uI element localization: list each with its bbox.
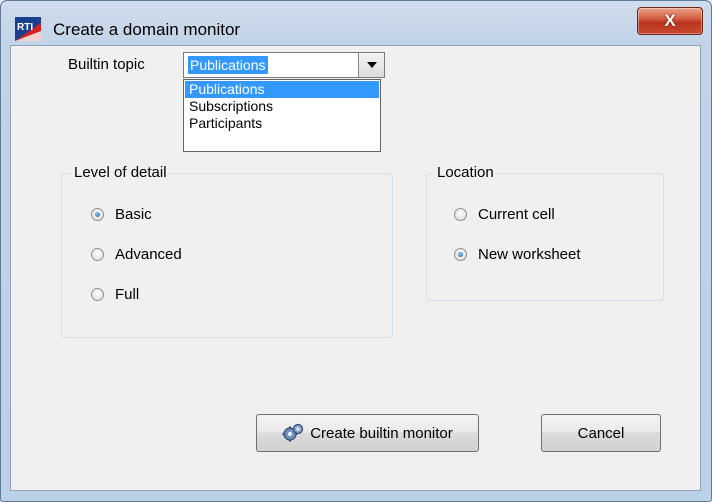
radio-full[interactable]: Full bbox=[91, 286, 139, 303]
close-icon: X bbox=[664, 11, 676, 30]
radio-new-worksheet[interactable]: New worksheet bbox=[454, 246, 581, 263]
builtin-topic-combobox[interactable]: Publications bbox=[183, 52, 385, 78]
app-logo-icon: RTI bbox=[15, 17, 41, 41]
gears-icon bbox=[282, 423, 304, 442]
radio-indicator[interactable] bbox=[91, 288, 104, 301]
dialog-window: RTI Create a domain monitor X Builtin to… bbox=[0, 0, 712, 502]
radio-advanced-label: Advanced bbox=[115, 246, 182, 263]
radio-basic-label: Basic bbox=[115, 206, 152, 223]
builtin-topic-dropdown-list: Publications Subscriptions Participants bbox=[183, 79, 381, 152]
radio-current-cell-label: Current cell bbox=[478, 206, 555, 223]
builtin-topic-label: Builtin topic bbox=[68, 56, 145, 73]
create-builtin-monitor-button[interactable]: Create builtin monitor bbox=[256, 414, 479, 452]
combo-dropdown-button[interactable] bbox=[358, 53, 384, 77]
radio-indicator-checked[interactable] bbox=[454, 248, 467, 261]
radio-current-cell[interactable]: Current cell bbox=[454, 206, 555, 223]
dropdown-option-subscriptions[interactable]: Subscriptions bbox=[185, 98, 379, 115]
svg-text:RTI: RTI bbox=[17, 22, 33, 33]
radio-indicator[interactable] bbox=[454, 208, 467, 221]
location-title: Location bbox=[434, 164, 497, 181]
dropdown-option-publications[interactable]: Publications bbox=[185, 81, 379, 98]
cancel-button[interactable]: Cancel bbox=[541, 414, 661, 452]
builtin-topic-value: Publications bbox=[188, 56, 268, 74]
radio-indicator-checked[interactable] bbox=[91, 208, 104, 221]
radio-full-label: Full bbox=[115, 286, 140, 303]
radio-new-worksheet-label: New worksheet bbox=[478, 246, 581, 263]
close-button[interactable]: X bbox=[637, 7, 703, 35]
create-builtin-monitor-label: Create builtin monitor bbox=[310, 424, 453, 442]
cancel-label: Cancel bbox=[577, 424, 625, 442]
location-group bbox=[426, 173, 664, 301]
dropdown-option-participants[interactable]: Participants bbox=[185, 115, 379, 132]
chevron-down-icon bbox=[367, 62, 377, 68]
title-bar[interactable]: RTI Create a domain monitor X bbox=[1, 1, 711, 45]
window-title: Create a domain monitor bbox=[53, 20, 241, 39]
level-of-detail-title: Level of detail bbox=[71, 164, 170, 181]
radio-indicator[interactable] bbox=[91, 248, 104, 261]
radio-basic[interactable]: Basic bbox=[91, 206, 152, 223]
radio-advanced[interactable]: Advanced bbox=[91, 246, 182, 263]
